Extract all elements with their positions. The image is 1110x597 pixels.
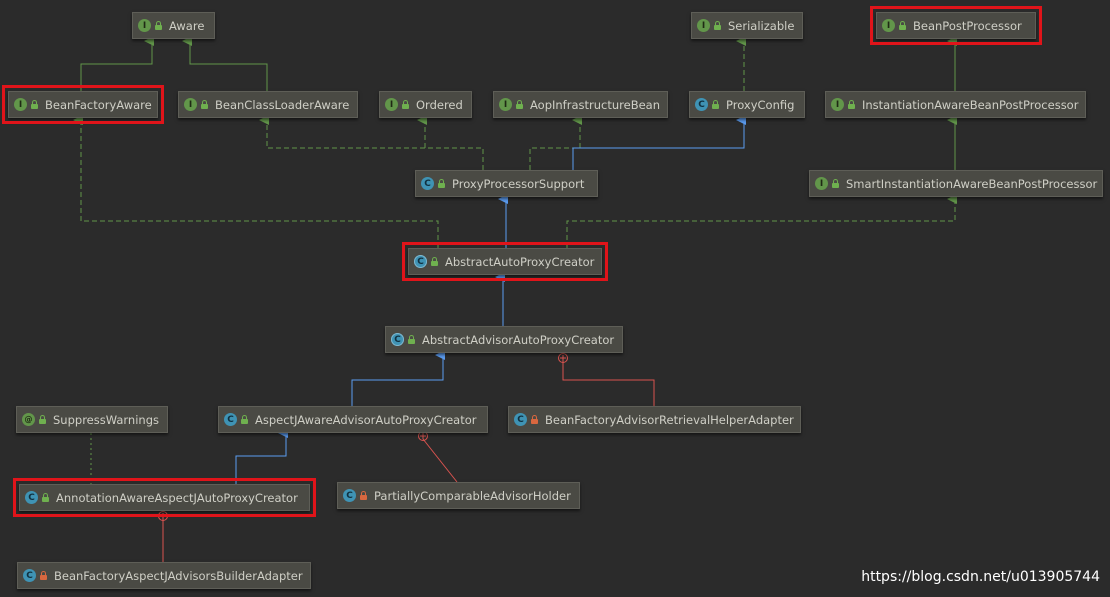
edge-inner-retrievalhelperadapter bbox=[562, 360, 655, 406]
class-icon: C bbox=[421, 177, 434, 190]
node-label: Aware bbox=[169, 18, 205, 33]
node-label: Ordered bbox=[416, 97, 463, 112]
node-aspectj-aware-advisor-auto-proxy-creator[interactable]: C AspectJAwareAdvisorAutoProxyCreator bbox=[218, 406, 488, 433]
interface-icon: I bbox=[697, 19, 710, 32]
class-icon: C bbox=[25, 491, 38, 504]
inner-class-marker-cross bbox=[420, 433, 426, 439]
node-label: ProxyConfig bbox=[726, 97, 795, 112]
public-lock-icon bbox=[714, 20, 721, 30]
interface-icon: I bbox=[385, 98, 398, 111]
node-label: AbstractAdvisorAutoProxyCreator bbox=[422, 332, 615, 347]
edge-pps-ordered bbox=[417, 115, 484, 170]
node-label: AspectJAwareAdvisorAutoProxyCreator bbox=[255, 412, 477, 427]
edge-inner-partiallycomparable bbox=[422, 438, 458, 483]
abstract-class-icon: C bbox=[391, 333, 404, 346]
node-annotation-aware-aspectj-auto-proxy-creator[interactable]: C AnnotationAwareAspectJAutoProxyCreator bbox=[13, 478, 316, 517]
edge-beanfactoryaware-aware bbox=[80, 36, 154, 91]
edge-aapc-beanfactoryaware bbox=[73, 115, 439, 248]
node-aware[interactable]: I Aware bbox=[132, 12, 215, 39]
private-lock-icon bbox=[360, 490, 367, 500]
node-abstract-advisor-auto-proxy-creator[interactable]: C AbstractAdvisorAutoProxyCreator bbox=[385, 326, 623, 353]
node-label: BeanClassLoaderAware bbox=[215, 97, 350, 112]
interface-icon: I bbox=[815, 177, 828, 190]
node-label: AnnotationAwareAspectJAutoProxyCreator bbox=[56, 490, 298, 505]
node-label: AopInfrastructureBean bbox=[530, 97, 660, 112]
node-partially-comparable-advisor-holder[interactable]: C PartiallyComparableAdvisorHolder bbox=[337, 482, 580, 509]
node-label: BeanFactoryAspectJAdvisorsBuilderAdapter bbox=[54, 568, 303, 583]
node-bean-factory-aware[interactable]: I BeanFactoryAware bbox=[2, 85, 164, 124]
interface-icon: I bbox=[831, 98, 844, 111]
inner-class-marker-cross bbox=[160, 513, 166, 519]
node-abstract-auto-proxy-creator[interactable]: C AbstractAutoProxyCreator bbox=[402, 242, 608, 281]
class-icon: C bbox=[23, 569, 36, 582]
node-proxy-config[interactable]: C ProxyConfig bbox=[689, 91, 805, 118]
interface-icon: I bbox=[882, 19, 895, 32]
class-icon: C bbox=[343, 489, 356, 502]
node-label: AbstractAutoProxyCreator bbox=[445, 254, 595, 269]
node-proxy-processor-support[interactable]: C ProxyProcessorSupport bbox=[415, 170, 598, 197]
class-icon: C bbox=[224, 413, 237, 426]
node-label: ProxyProcessorSupport bbox=[452, 176, 585, 191]
edge-ajaaapc-aaapc bbox=[351, 350, 445, 406]
node-bean-class-loader-aware[interactable]: I BeanClassLoaderAware bbox=[178, 91, 358, 118]
public-lock-icon bbox=[31, 99, 38, 109]
node-bean-factory-aspectj-advisors-builder-adapter[interactable]: C BeanFactoryAspectJAdvisorsBuilderAdapt… bbox=[17, 562, 311, 589]
node-label: Serializable bbox=[728, 18, 795, 33]
class-icon: C bbox=[695, 98, 708, 111]
node-suppress-warnings[interactable]: @ SuppressWarnings bbox=[16, 406, 168, 433]
edge-pps-beanclassloaderaware bbox=[259, 115, 484, 170]
public-lock-icon bbox=[899, 20, 906, 30]
class-icon: C bbox=[514, 413, 527, 426]
node-label: SuppressWarnings bbox=[53, 412, 159, 427]
public-lock-icon bbox=[848, 99, 855, 109]
interface-icon: I bbox=[14, 98, 27, 111]
node-instantiation-aware-bean-post-processor[interactable]: I InstantiationAwareBeanPostProcessor bbox=[825, 91, 1086, 118]
public-lock-icon bbox=[201, 99, 208, 109]
node-bean-factory-advisor-retrieval-helper-adapter[interactable]: C BeanFactoryAdvisorRetrievalHelperAdapt… bbox=[508, 406, 801, 433]
interface-icon: I bbox=[184, 98, 197, 111]
public-lock-icon bbox=[155, 20, 162, 30]
public-lock-icon bbox=[408, 334, 415, 344]
annotation-icon: @ bbox=[22, 413, 35, 426]
node-label: BeanPostProcessor bbox=[913, 18, 1022, 33]
public-lock-icon bbox=[39, 414, 46, 424]
interface-icon: I bbox=[499, 98, 512, 111]
public-lock-icon bbox=[431, 256, 438, 266]
edge-pps-proxyconfig bbox=[572, 115, 746, 170]
abstract-class-icon: C bbox=[414, 255, 427, 268]
public-lock-icon bbox=[402, 99, 409, 109]
private-lock-icon bbox=[531, 414, 538, 424]
edge-aapc-smartinstantiationaware bbox=[566, 194, 957, 248]
interface-icon: I bbox=[138, 19, 151, 32]
node-serializable[interactable]: I Serializable bbox=[691, 12, 803, 39]
node-smart-instantiation-aware-bean-post-processor[interactable]: I SmartInstantiationAwareBeanPostProcess… bbox=[809, 170, 1103, 197]
watermark-url: https://blog.csdn.net/u013905744 bbox=[861, 569, 1100, 585]
public-lock-icon bbox=[712, 99, 719, 109]
node-label: InstantiationAwareBeanPostProcessor bbox=[862, 97, 1079, 112]
inner-class-marker-cross bbox=[560, 355, 566, 361]
node-label: SmartInstantiationAwareBeanPostProcessor bbox=[846, 176, 1098, 191]
public-lock-icon bbox=[438, 178, 445, 188]
edge-anno-ajaaapc bbox=[235, 428, 288, 484]
public-lock-icon bbox=[241, 414, 248, 424]
node-bean-post-processor[interactable]: I BeanPostProcessor bbox=[870, 6, 1042, 45]
public-lock-icon bbox=[42, 492, 49, 502]
inner-class-edges bbox=[158, 353, 655, 562]
edge-beanclassloaderaware-aware bbox=[182, 36, 268, 91]
node-label: PartiallyComparableAdvisorHolder bbox=[374, 488, 571, 503]
public-lock-icon bbox=[516, 99, 523, 109]
node-aop-infrastructure-bean[interactable]: I AopInfrastructureBean bbox=[493, 91, 668, 118]
private-lock-icon bbox=[40, 570, 47, 580]
node-label: BeanFactoryAdvisorRetrievalHelperAdapter bbox=[545, 412, 794, 427]
node-ordered[interactable]: I Ordered bbox=[379, 91, 472, 118]
public-lock-icon bbox=[832, 178, 839, 188]
node-label: BeanFactoryAware bbox=[45, 97, 152, 112]
implements-edges bbox=[73, 36, 957, 248]
